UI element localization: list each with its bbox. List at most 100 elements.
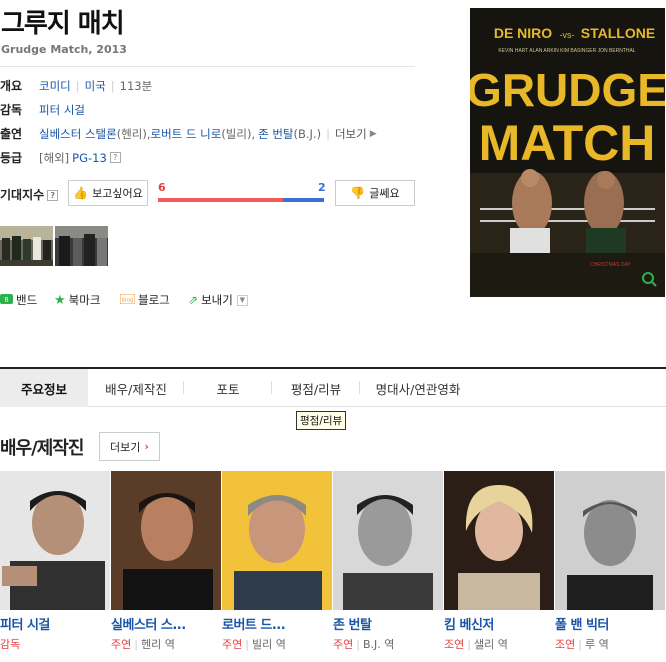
chevron-right-icon: › [144,440,149,453]
poster-costars: KEVIN HART ALAN ARKIN KIM BASINGER JON B… [498,48,636,54]
person-name[interactable]: 존 번탈 [333,614,443,633]
thumbs-down-icon: 👎 [350,186,366,200]
cast-label: 출연 [0,127,23,141]
person-role: 조연 [555,638,576,651]
expect-bar-fill [158,198,283,202]
tab-label: 포토 [216,381,240,397]
cast-card[interactable]: 로버트 드... 주연 | 빌리 역 [222,471,332,652]
section-title: 배우/제작진 [0,438,84,459]
cast-row: 출연 실베스터 스탤론 (헨리), 로버트 드 니로 (빌리), 존 번탈 (B… [0,125,377,142]
person-photo[interactable] [111,471,221,610]
want-count: 6 [158,181,166,194]
person-photo[interactable] [555,471,665,610]
person-role: 감독 [0,638,21,651]
cast-more-link[interactable]: 더보기 [335,126,367,142]
cast-card[interactable]: 실베스터 스... 주연 | 헨리 역 [111,471,221,652]
send-label: 보내기 [201,293,233,307]
character-name: 루 역 [584,638,609,651]
blog-label: 블로그 [138,293,170,307]
chevron-right-icon: ▶ [369,128,377,139]
person-role: 조연 [444,638,465,651]
tab-reviews[interactable]: 평점/리뷰 [272,369,360,407]
share-bookmark[interactable]: ★ 북마크 [54,292,100,308]
cast-link-2[interactable]: 로버트 드 니로 [151,126,222,142]
band-label: 밴드 [16,293,38,307]
share-send[interactable]: ⇗ 보내기 ▼ [188,292,248,308]
movie-title: 그루지 매치 [1,9,125,39]
director-label: 감독 [0,103,23,117]
overview-label: 개요 [0,79,23,93]
genre-link[interactable]: 코미디 [39,78,71,94]
poster-vs: -vs- [560,30,575,40]
person-photo[interactable] [222,471,332,610]
rating-row: 등급 [해외] PG-13 ? [0,149,121,166]
person-name[interactable]: 킴 베신저 [444,614,554,633]
director-link[interactable]: 피터 시걸 [39,102,85,118]
expect-label-text: 기대지수 [0,188,45,202]
character-name: 헨리 역 [140,638,175,651]
person-photo[interactable] [444,471,554,610]
blog-icon: blog [119,293,136,307]
share-blog[interactable]: blog 블로그 [119,292,170,308]
person-role: 주연 [222,638,243,651]
share-band[interactable]: B 밴드 [0,292,37,308]
character-name: 샐리 역 [473,638,508,651]
more-button[interactable]: 더보기 › [99,432,160,461]
runtime: 113분 [119,78,153,93]
character-name: 빌리 역 [251,638,286,651]
tab-photo[interactable]: 포토 [184,369,272,407]
separator: | [578,638,582,651]
still-image-1[interactable] [0,226,53,266]
rating-value[interactable]: PG-13 [72,151,107,165]
separator: | [326,126,330,141]
separator: | [134,638,138,651]
thumbs-up-icon: 👍 [73,186,89,200]
tab-label: 명대사/연관영화 [375,381,461,397]
help-icon[interactable]: ? [47,190,59,201]
person-name[interactable]: 피터 시걸 [0,614,110,633]
tab-label: 배우/제작진 [105,381,167,397]
tab-main-info[interactable]: 주요정보 [0,369,88,407]
person-photo[interactable] [0,471,110,610]
rating-region: [해외] [39,150,70,165]
cast-link-1[interactable]: 실베스터 스탤론 [39,126,117,142]
help-icon[interactable]: ? [109,152,121,163]
cast-card[interactable]: 피터 시걸 감독 [0,471,110,652]
more-label: 더보기 [110,440,141,454]
person-role: 주연 [333,638,354,651]
separator: | [245,638,249,651]
country-link[interactable]: 미국 [85,78,106,94]
movie-poster[interactable]: DE NIRO -vs- STALLONE KEVIN HART ALAN AR… [470,8,665,297]
still-image-2[interactable] [55,226,108,266]
separator: | [467,638,471,651]
overview-row: 개요 코미디 | 미국 | 113분 [0,77,152,94]
chevron-down-icon[interactable]: ▼ [236,294,248,306]
cast-card[interactable]: 폴 밴 빅터 조연 | 루 역 [555,471,665,652]
separator: | [75,78,80,93]
not-sure-button[interactable]: 👎 글쎄요 [335,180,415,206]
want-to-see-button[interactable]: 👍 보고싶어요 [68,180,148,206]
person-name[interactable]: 실베스터 스... [111,614,221,633]
send-icon: ⇗ [188,293,199,307]
divider [0,66,415,67]
cast-card[interactable]: 킴 베신저 조연 | 샐리 역 [444,471,554,652]
person-name[interactable]: 폴 밴 빅터 [555,614,665,633]
tab-cast-crew[interactable]: 배우/제작진 [88,369,184,407]
person-name[interactable]: 로버트 드... [222,614,332,633]
tab-label: 주요정보 [20,381,67,397]
tab-quotes-related[interactable]: 명대사/연관영화 [360,369,476,407]
character-name: B.J. 역 [362,638,395,651]
svg-text:B: B [4,297,8,304]
expect-label: 기대지수? [0,186,59,203]
cast-link-3[interactable]: 존 번탈 [258,126,293,142]
movie-subtitle: Grudge Match, 2013 [1,43,127,56]
not-sure-label: 글쎄요 [369,187,400,200]
cast-role-1: (헨리), [116,126,151,141]
person-photo[interactable] [333,471,443,610]
cast-card[interactable]: 존 번탈 주연 | B.J. 역 [333,471,443,652]
star-icon: ★ [54,292,66,308]
rating-label: 등급 [0,151,23,165]
cast-role-2: (빌리), [221,126,256,141]
poster-name-1: DE NIRO [494,25,552,41]
svg-text:blog: blog [122,298,134,304]
